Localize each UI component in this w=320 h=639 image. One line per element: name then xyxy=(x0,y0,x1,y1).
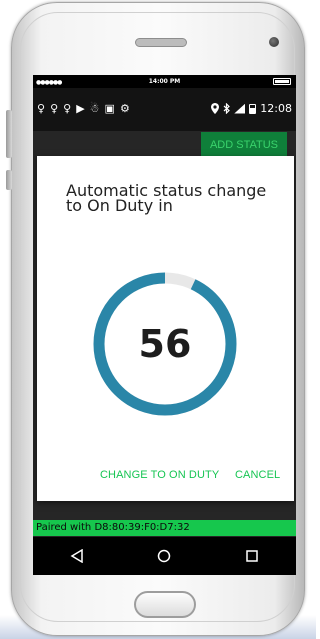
notification-icon: ♀ xyxy=(37,102,46,115)
back-icon xyxy=(70,549,83,563)
dialog-title: Automatic status change to On Duty in xyxy=(66,181,267,215)
image-icon: ▣ xyxy=(104,102,115,115)
video-icon: ▶ xyxy=(76,102,85,115)
recents-button[interactable] xyxy=(232,541,272,571)
add-status-button[interactable]: ADD STATUS xyxy=(201,132,287,158)
back-button[interactable] xyxy=(57,541,97,571)
home-button[interactable] xyxy=(144,541,184,571)
paired-banner: Paired with D8:80:39:F0:D7:32 xyxy=(33,520,296,536)
change-to-on-duty-button[interactable]: CHANGE TO ON DUTY xyxy=(100,469,219,481)
notification-icon: ♀ xyxy=(63,102,72,115)
android-status-bar: ♀ ♀ ♀ ▶ ☃ ▣ ⚙ 12:08 xyxy=(33,88,296,131)
side-button xyxy=(6,170,12,190)
speaker-grille xyxy=(135,38,187,47)
battery-icon xyxy=(249,103,257,114)
system-icons: 12:08 xyxy=(211,102,292,115)
device-mockup: ●●●●●● 14:00 PM ♀ ♀ ♀ ▶ ☃ ▣ ⚙ 12:08 ADD … xyxy=(0,0,316,639)
recents-icon xyxy=(246,550,258,562)
bluetooth-icon xyxy=(223,103,231,114)
no-plug-icon: ☃ xyxy=(89,102,100,115)
mock-status-bar: ●●●●●● 14:00 PM xyxy=(33,75,296,88)
mock-status-time: 14:00 PM xyxy=(148,78,181,85)
cancel-button[interactable]: CANCEL xyxy=(235,469,280,481)
location-icon xyxy=(211,103,220,114)
status-change-dialog: Automatic status change to On Duty in 56… xyxy=(37,156,294,501)
android-nav-bar xyxy=(33,537,296,575)
notification-icon: ♀ xyxy=(50,102,59,115)
signal-icon xyxy=(234,103,246,114)
mock-battery-icon xyxy=(273,78,291,85)
settings-icon: ⚙ xyxy=(119,102,130,115)
countdown-value: 56 xyxy=(138,322,192,366)
notification-icons: ♀ ♀ ♀ ▶ ☃ ▣ ⚙ xyxy=(37,102,130,115)
home-icon xyxy=(158,549,171,563)
clock: 12:08 xyxy=(260,102,292,115)
volume-button xyxy=(6,110,12,158)
hardware-home-key[interactable] xyxy=(134,591,196,618)
front-camera xyxy=(269,37,279,47)
screen: ●●●●●● 14:00 PM ♀ ♀ ♀ ▶ ☃ ▣ ⚙ 12:08 ADD … xyxy=(33,75,296,575)
